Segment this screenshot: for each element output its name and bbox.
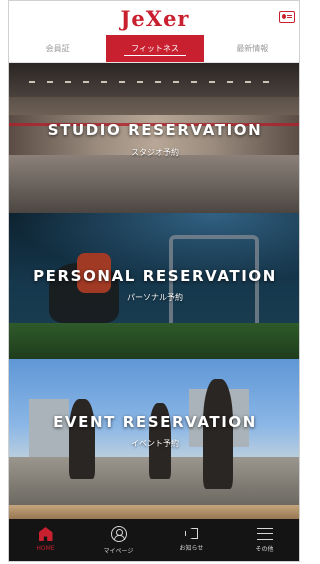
nav-notifications[interactable]: お知らせ xyxy=(155,519,228,561)
gym-floor-image xyxy=(9,323,299,359)
menu-icon xyxy=(256,528,273,540)
nav-label: その他 xyxy=(255,546,274,553)
studio-reservation-banner[interactable]: STUDIO RESERVATION スタジオ予約 xyxy=(9,63,299,213)
nav-label: お知らせ xyxy=(179,545,204,552)
studio-floor-image xyxy=(9,155,299,213)
top-tabs: 会員証 フィットネス 最新情報 xyxy=(9,35,299,63)
member-card-icon[interactable] xyxy=(279,11,295,23)
home-icon xyxy=(38,527,53,541)
banner-subtitle: スタジオ予約 xyxy=(131,148,179,157)
event-reservation-banner[interactable]: EVENT RESERVATION イベント予約 xyxy=(9,359,299,505)
tab-membership-card[interactable]: 会員証 xyxy=(9,35,106,62)
app-screen: JeXer 会員証 フィットネス 最新情報 STUDIO RESERVATION… xyxy=(8,0,300,562)
nav-home[interactable]: HOME xyxy=(9,519,82,561)
banner-title: PERSONAL RESERVATION xyxy=(33,267,277,285)
app-header: JeXer xyxy=(9,1,299,36)
studio-ceiling-image xyxy=(9,63,299,97)
bottom-nav: HOME マイページ お知らせ その他 xyxy=(9,519,299,561)
nav-other[interactable]: その他 xyxy=(228,519,299,561)
nav-label: HOME xyxy=(36,545,55,552)
nav-label: マイページ xyxy=(103,548,134,555)
jexer-logo: JeXer xyxy=(120,5,190,31)
tab-latest-news[interactable]: 最新情報 xyxy=(204,35,299,62)
tab-fitness[interactable]: フィットネス xyxy=(106,35,204,62)
studio-lights-image xyxy=(29,81,281,83)
nav-mypage[interactable]: マイページ xyxy=(82,519,155,561)
banner-title: EVENT RESERVATION xyxy=(53,413,257,431)
user-icon xyxy=(110,526,127,542)
banner-title: STUDIO RESERVATION xyxy=(47,121,263,139)
banner-subtitle: パーソナル予約 xyxy=(127,293,183,302)
megaphone-icon xyxy=(185,528,198,539)
participant-image xyxy=(203,379,233,489)
banner-subtitle: イベント予約 xyxy=(131,439,179,448)
personal-reservation-banner[interactable]: PERSONAL RESERVATION パーソナル予約 xyxy=(9,213,299,359)
